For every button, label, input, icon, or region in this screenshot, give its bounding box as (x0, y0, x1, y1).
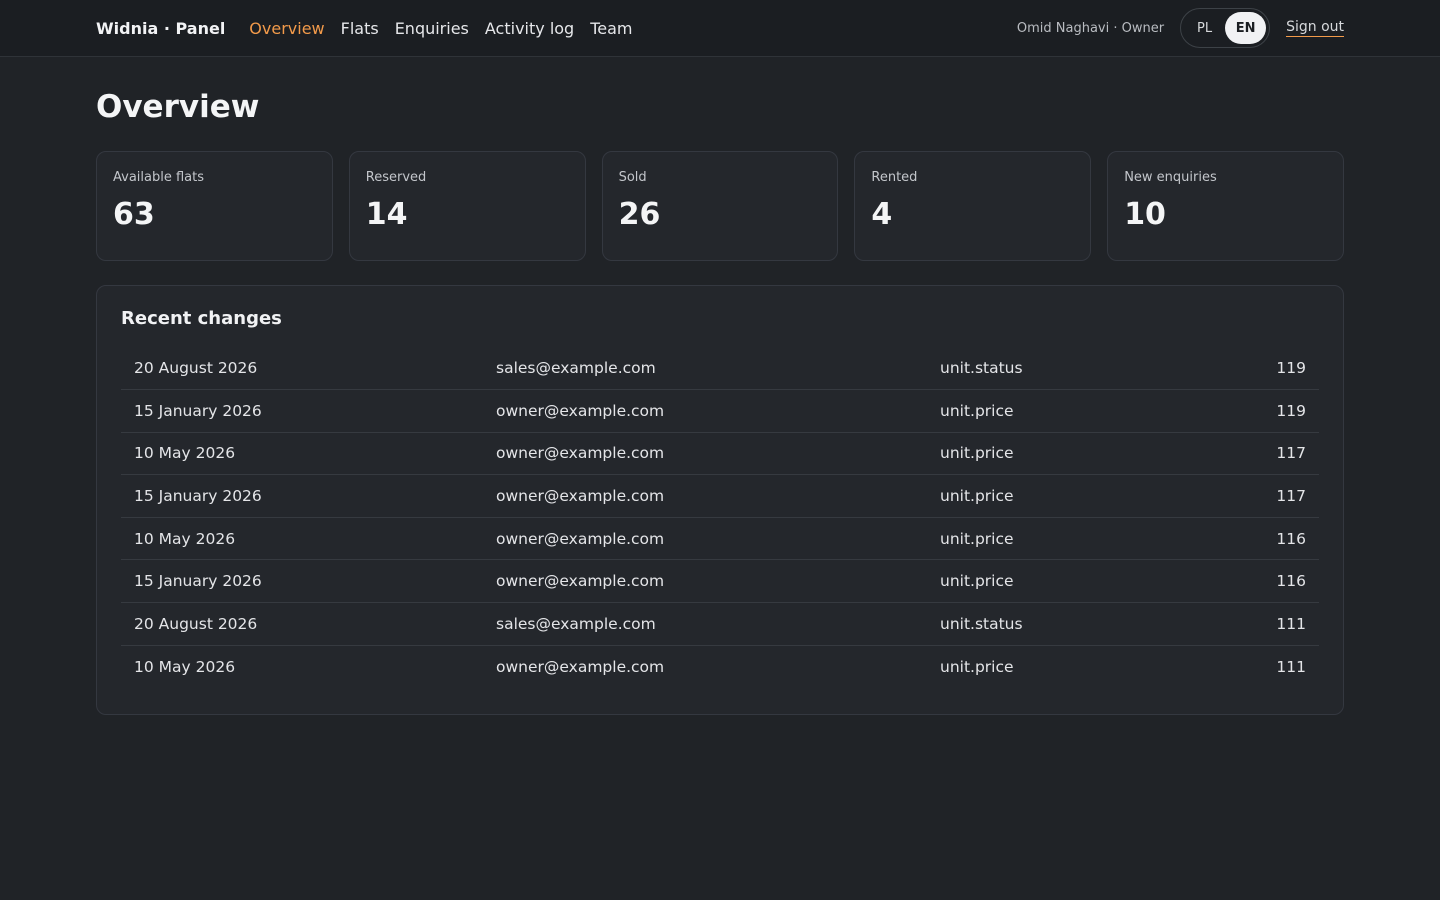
table-row: 10 May 2026 owner@example.com unit.price… (121, 644, 1319, 688)
change-date: 15 January 2026 (121, 474, 483, 518)
table-row: 20 August 2026 sales@example.com unit.st… (121, 602, 1319, 646)
stat-card-rented: Rented 4 (854, 151, 1092, 261)
table-row: 15 January 2026 owner@example.com unit.p… (121, 559, 1319, 603)
nav-team[interactable]: Team (590, 19, 632, 38)
stat-value: 10 (1124, 197, 1166, 232)
current-user: Omid Naghavi · Owner (1016, 20, 1165, 36)
change-date: 15 January 2026 (121, 389, 483, 433)
recent-changes-title: Recent changes (121, 308, 282, 329)
change-unit: 117 (1186, 474, 1319, 518)
table-row: 20 August 2026 sales@example.com unit.st… (121, 347, 1319, 390)
change-unit: 116 (1186, 559, 1319, 603)
main-content: Overview Available flats 63 Reserved 14 … (0, 57, 1440, 715)
change-user: sales@example.com (483, 602, 927, 646)
change-field: unit.status (940, 359, 1023, 378)
stats-row: Available flats 63 Reserved 14 Sold 26 R… (96, 151, 1344, 261)
change-user: owner@example.com (483, 431, 927, 475)
language-en-button[interactable]: EN (1225, 12, 1267, 44)
change-date: 20 August 2026 (121, 602, 483, 646)
change-field: unit.price (927, 516, 1187, 560)
table-row: 15 January 2026 owner@example.com unit.p… (121, 389, 1319, 433)
nav-enquiries[interactable]: Enquiries (395, 19, 469, 38)
stat-label: New enquiries (1124, 170, 1217, 185)
change-field: unit.price (927, 474, 1187, 518)
change-date: 20 August 2026 (134, 359, 258, 378)
change-user: owner@example.com (483, 516, 927, 560)
stat-value: 26 (618, 197, 661, 232)
change-unit: 111 (1186, 644, 1319, 688)
change-date: 10 May 2026 (121, 431, 483, 475)
brand-logo[interactable]: Widnia · Panel (96, 19, 225, 38)
change-field: unit.price (927, 644, 1187, 688)
table-row: 10 May 2026 owner@example.com unit.price… (121, 516, 1319, 560)
language-pl-button[interactable]: PL (1184, 12, 1225, 44)
change-field: unit.price (927, 431, 1187, 475)
stat-card-reserved: Reserved 14 (348, 151, 586, 261)
change-unit: 119 (1186, 389, 1319, 433)
change-unit: 116 (1186, 516, 1319, 560)
change-field: unit.status (927, 602, 1187, 646)
change-date: 15 January 2026 (121, 559, 483, 603)
change-field: unit.price (927, 389, 1187, 433)
nav-overview[interactable]: Overview (249, 19, 324, 38)
change-user: owner@example.com (483, 389, 927, 433)
main-nav: Overview Flats Enquiries Activity log Te… (249, 19, 632, 38)
change-user: owner@example.com (483, 644, 927, 688)
change-user: owner@example.com (483, 474, 927, 518)
stat-label: Reserved (365, 170, 427, 185)
sign-out-link[interactable]: Sign out (1286, 19, 1344, 37)
change-unit: 117 (1186, 431, 1319, 475)
stat-card-sold: Sold 26 (601, 151, 839, 261)
language-switcher: PL EN (1180, 8, 1271, 48)
stat-card-new-enquiries: New enquiries 10 (1107, 151, 1344, 261)
nav-activity-log[interactable]: Activity log (485, 19, 574, 38)
stat-value: 4 (871, 197, 893, 232)
stat-label: Available flats (113, 170, 204, 185)
change-user: sales@example.com (496, 359, 656, 378)
top-navigation-bar: Widnia · Panel Overview Flats Enquiries … (0, 0, 1440, 57)
change-date: 10 May 2026 (121, 644, 483, 688)
header-right: Omid Naghavi · Owner PL EN Sign out (1017, 8, 1344, 48)
table-row: 15 January 2026 owner@example.com unit.p… (121, 474, 1319, 518)
change-unit: 111 (1186, 602, 1319, 646)
stat-value: 14 (365, 197, 408, 232)
page-title: Overview (96, 89, 260, 125)
stat-value: 63 (113, 197, 155, 232)
table-row: 10 May 2026 owner@example.com unit.price… (121, 431, 1319, 475)
nav-flats[interactable]: Flats (341, 19, 379, 38)
recent-changes-table: 20 August 2026 sales@example.com unit.st… (121, 347, 1319, 688)
stat-label: Sold (618, 170, 647, 185)
stat-card-available: Available flats 63 (96, 151, 333, 261)
change-date: 10 May 2026 (121, 516, 483, 560)
change-field: unit.price (927, 559, 1187, 603)
stat-label: Rented (871, 170, 918, 185)
change-unit: 119 (1276, 359, 1306, 378)
recent-changes-card: Recent changes 20 August 2026 sales@exam… (96, 285, 1344, 715)
change-user: owner@example.com (483, 559, 927, 603)
